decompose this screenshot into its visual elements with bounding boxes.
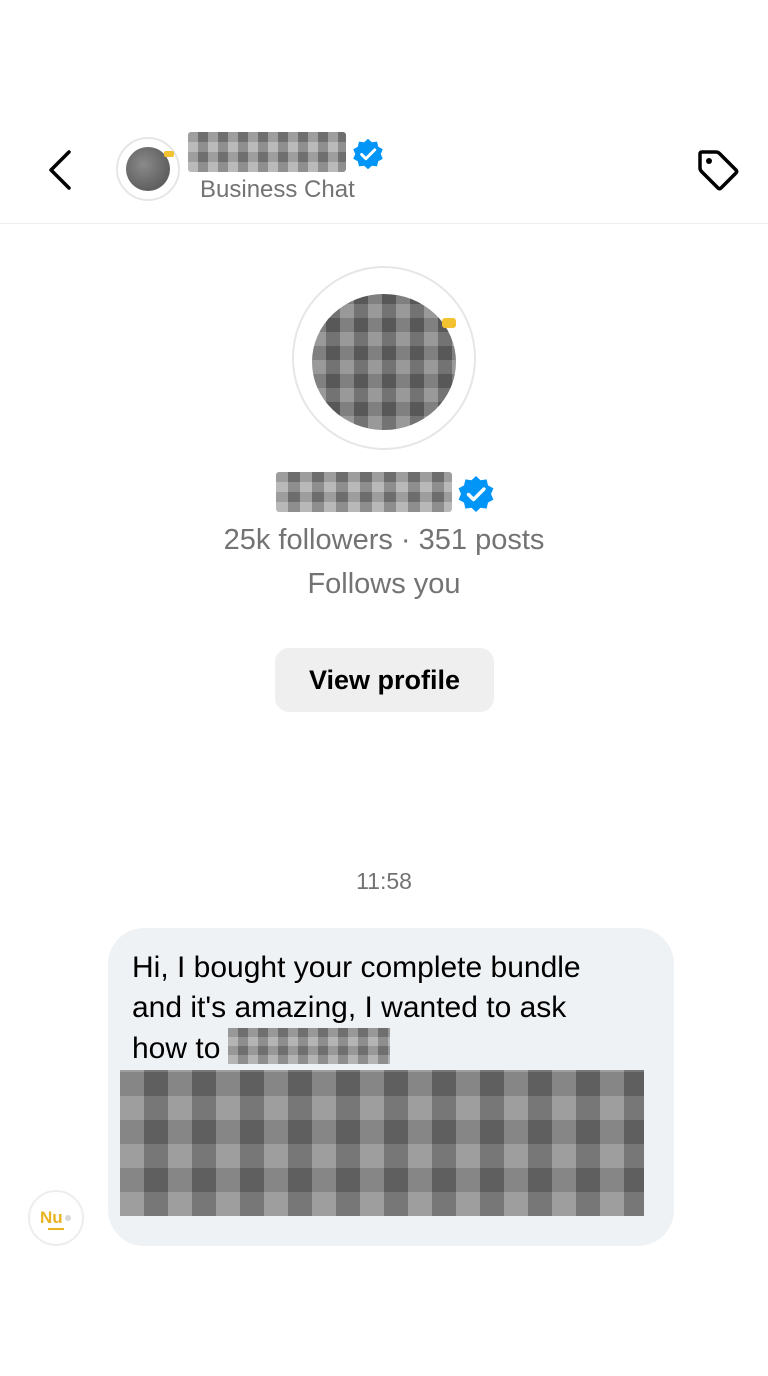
profile-avatar-redacted[interactable]	[312, 294, 456, 430]
tag-icon	[698, 150, 739, 191]
sender-avatar[interactable]: Nu	[28, 1190, 84, 1246]
verified-badge-icon	[456, 474, 496, 514]
header-subtitle: Business Chat	[200, 176, 355, 203]
crown-icon	[442, 318, 456, 328]
sender-logo-text: Nu	[40, 1208, 63, 1227]
profile-username-redacted	[276, 472, 452, 512]
redacted-message-content	[120, 1070, 644, 1216]
chat-header: Business Chat	[0, 0, 768, 224]
follows-you-status: Follows you	[307, 568, 461, 600]
message-line-prefix: how to	[132, 1032, 221, 1065]
message-line: how to	[132, 1028, 642, 1069]
header-username-redacted[interactable]	[188, 132, 346, 172]
back-button[interactable]	[36, 146, 84, 194]
redacted-text	[228, 1028, 391, 1064]
message-timestamp: 11:58	[356, 868, 412, 894]
view-profile-button[interactable]: View profile	[275, 648, 494, 712]
profile-stats: 25k followers · 351 posts	[223, 524, 545, 556]
sender-logo-icon: Nu	[40, 1208, 71, 1230]
crown-icon	[164, 151, 174, 157]
verified-badge-icon	[350, 136, 386, 172]
message-text: Hi, I bought your complete bundle and it…	[132, 948, 642, 1069]
message-line: Hi, I bought your complete bundle	[132, 951, 581, 984]
message-line: and it's amazing, I wanted to ask	[132, 991, 567, 1024]
header-avatar[interactable]	[116, 137, 180, 201]
chevron-left-icon	[49, 150, 71, 190]
tag-button[interactable]	[692, 144, 744, 196]
